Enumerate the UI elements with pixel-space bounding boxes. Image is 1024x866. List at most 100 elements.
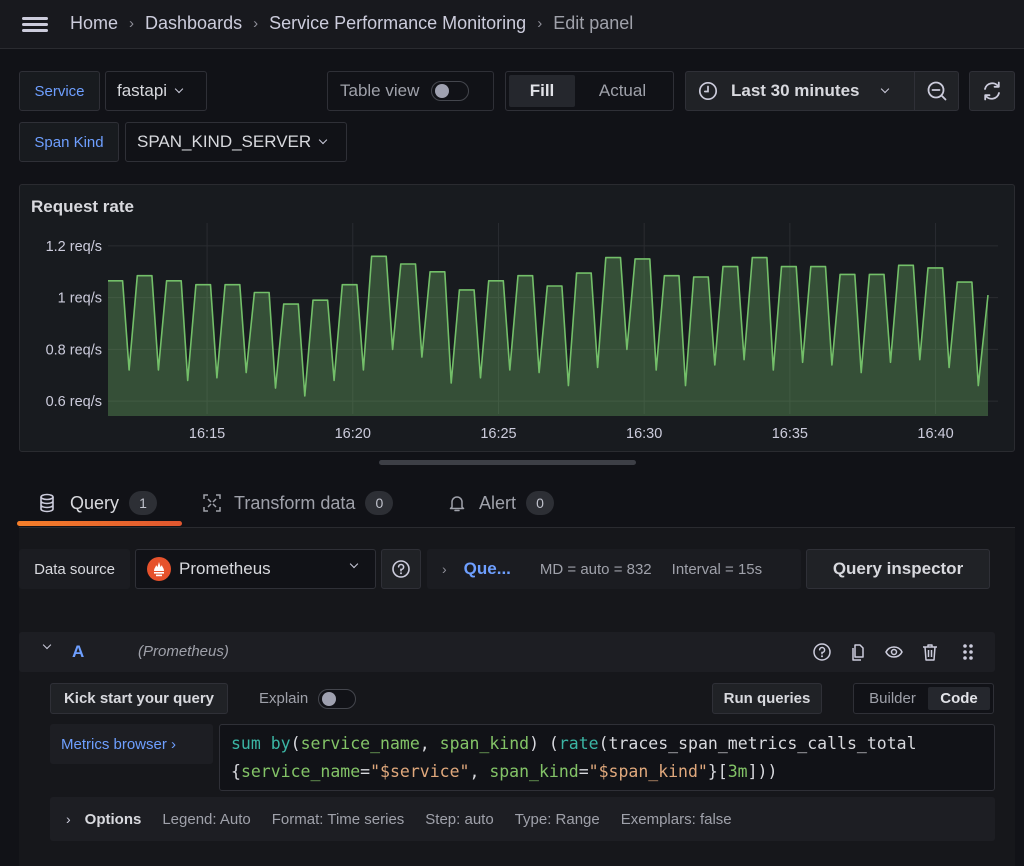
tab-alert-label: Alert (479, 492, 517, 513)
span-kind-variable-value: SPAN_KIND_SERVER (137, 132, 312, 151)
help-icon[interactable] (812, 642, 832, 662)
code-token: service_name (300, 734, 420, 753)
service-variable-label: Service (19, 71, 100, 111)
bell-icon (449, 496, 465, 512)
datasource-help-button[interactable] (381, 549, 421, 589)
options-exemplars: Exemplars: false (620, 810, 732, 828)
query-code-editor[interactable]: sum by(service_name, span_kind) (rate(tr… (219, 724, 995, 791)
service-variable-value: fastapi (117, 81, 168, 100)
table-view-label: Table view (340, 81, 420, 100)
datasource-label: Data source (19, 549, 130, 589)
x-tick-label: 16:25 (480, 426, 516, 442)
prometheus-logo-icon (147, 557, 171, 581)
chevron-down-icon (349, 559, 359, 569)
y-tick-label: 1 req/s (58, 291, 102, 307)
chevron-right-icon: › (442, 561, 447, 577)
chevron-down-icon (880, 84, 889, 94)
time-range-picker[interactable]: Last 30 minutes (685, 71, 915, 111)
datasource-picker[interactable]: Prometheus (135, 549, 376, 589)
tab-alert[interactable]: Alert 0 (449, 491, 555, 515)
code-token: (traces_span_metrics_calls_total (598, 734, 917, 753)
service-variable-select[interactable]: fastapi (105, 71, 207, 111)
max-data-points: MD = auto = 832 (539, 560, 652, 578)
query-options-row[interactable]: › Options Legend: Auto Format: Time seri… (50, 797, 995, 841)
drag-handle-icon[interactable] (961, 642, 975, 662)
breadcrumb-dashboards[interactable]: Dashboards (145, 13, 242, 34)
builder-mode-option[interactable]: Builder (857, 687, 928, 710)
query-inspector-button[interactable]: Query inspector (806, 549, 990, 589)
kick-start-query-button[interactable]: Kick start your query (50, 683, 228, 714)
refresh-button[interactable] (969, 71, 1015, 111)
code-token: { (231, 762, 241, 781)
eye-icon[interactable] (884, 642, 904, 662)
code-token: service_name (240, 762, 361, 781)
run-queries-button[interactable]: Run queries (712, 683, 822, 714)
hamburger-menu-icon[interactable] (22, 14, 48, 34)
table-view-toggle[interactable]: Table view (327, 71, 494, 111)
y-tick-label: 1.2 req/s (46, 239, 102, 255)
query-ref-id[interactable]: A (72, 642, 84, 662)
options-step: Step: auto (425, 810, 494, 828)
metrics-browser-button[interactable]: Metrics browser › (50, 724, 213, 764)
options-legend: Legend: Auto (162, 810, 251, 828)
x-tick-label: 16:15 (189, 426, 225, 442)
code-token: ( (290, 734, 301, 753)
options-label: Options (84, 810, 142, 828)
clock-icon (698, 81, 718, 101)
code-token: by (270, 734, 291, 753)
span-kind-variable-select[interactable]: SPAN_KIND_SERVER (125, 122, 347, 162)
chart-series (108, 255, 989, 416)
request-rate-chart: 0.6 req/s 0.8 req/s 1 req/s 1.2 req/s 16:15… (46, 223, 998, 442)
transform-icon (203, 494, 221, 512)
code-mode-option[interactable]: Code (928, 687, 990, 710)
code-token: = (578, 762, 589, 781)
code-token: sum (231, 734, 271, 753)
tab-transform-data[interactable]: Transform data 0 (203, 491, 394, 515)
actual-option[interactable]: Actual (575, 75, 670, 107)
explain-label: Explain (259, 690, 309, 707)
zoom-out-button[interactable] (914, 71, 959, 111)
options-type: Type: Range (514, 810, 600, 828)
table-view-switch[interactable] (431, 81, 470, 101)
breadcrumb-separator: › (253, 15, 259, 32)
refresh-icon (984, 81, 1000, 101)
editor-mode-toggle: Builder Code (853, 683, 994, 714)
code-token: "$span_kind" (588, 762, 708, 781)
fill-actual-toggle: Fill Actual (505, 71, 674, 111)
chevron-down-icon (318, 135, 328, 145)
time-range-value: Last 30 minutes (731, 81, 860, 100)
breadcrumb-dashboard[interactable]: Service Performance Monitoring (269, 13, 526, 34)
query-line-1: sum by(service_name, span_kind) (rate(tr… (231, 730, 994, 758)
tab-query-label: Query (70, 492, 120, 513)
explain-toggle[interactable]: Explain (259, 683, 357, 714)
code-token: span_kind (489, 762, 579, 781)
span-kind-variable-label: Span Kind (19, 122, 119, 162)
collapse-query-chevron-icon[interactable] (42, 640, 52, 650)
active-tab-indicator (17, 521, 182, 526)
query-options-toggle[interactable]: › Que... MD = auto = 832 Interval = 15s (427, 549, 801, 589)
trash-icon[interactable] (920, 642, 940, 662)
y-tick-label: 0.6 req/s (46, 394, 102, 410)
zoom-out-icon (927, 81, 946, 101)
breadcrumb-separator: › (537, 15, 543, 32)
code-token: }[ (707, 762, 728, 781)
chevron-down-icon (174, 84, 184, 94)
top-bar: Home › Dashboards › Service Performance … (0, 0, 1024, 49)
y-tick-label: 0.8 req/s (46, 342, 102, 358)
fill-option[interactable]: Fill (509, 75, 575, 107)
panel-preview: Request rate 0.6 req/s 0.8 req/s 1 req/s 1.… (19, 184, 1015, 452)
datasource-value: Prometheus (179, 559, 271, 578)
breadcrumb-home[interactable]: Home (70, 13, 118, 34)
query-line-2: {service_name="$service", span_kind="$sp… (231, 758, 994, 786)
panel-resize-handle[interactable] (379, 460, 636, 465)
explain-switch[interactable] (318, 688, 357, 709)
code-token: "$service" (370, 762, 470, 781)
code-token: span_kind (439, 734, 530, 753)
y-axis-ticks: 0.6 req/s 0.8 req/s 1 req/s 1.2 req/s (46, 239, 102, 410)
help-icon (392, 560, 410, 578)
tab-query[interactable]: Query 1 (38, 491, 158, 515)
chevron-right-icon: › (66, 811, 71, 827)
database-icon (40, 493, 54, 513)
duplicate-query-icon[interactable] (848, 642, 868, 662)
code-token: ])) (747, 762, 778, 781)
